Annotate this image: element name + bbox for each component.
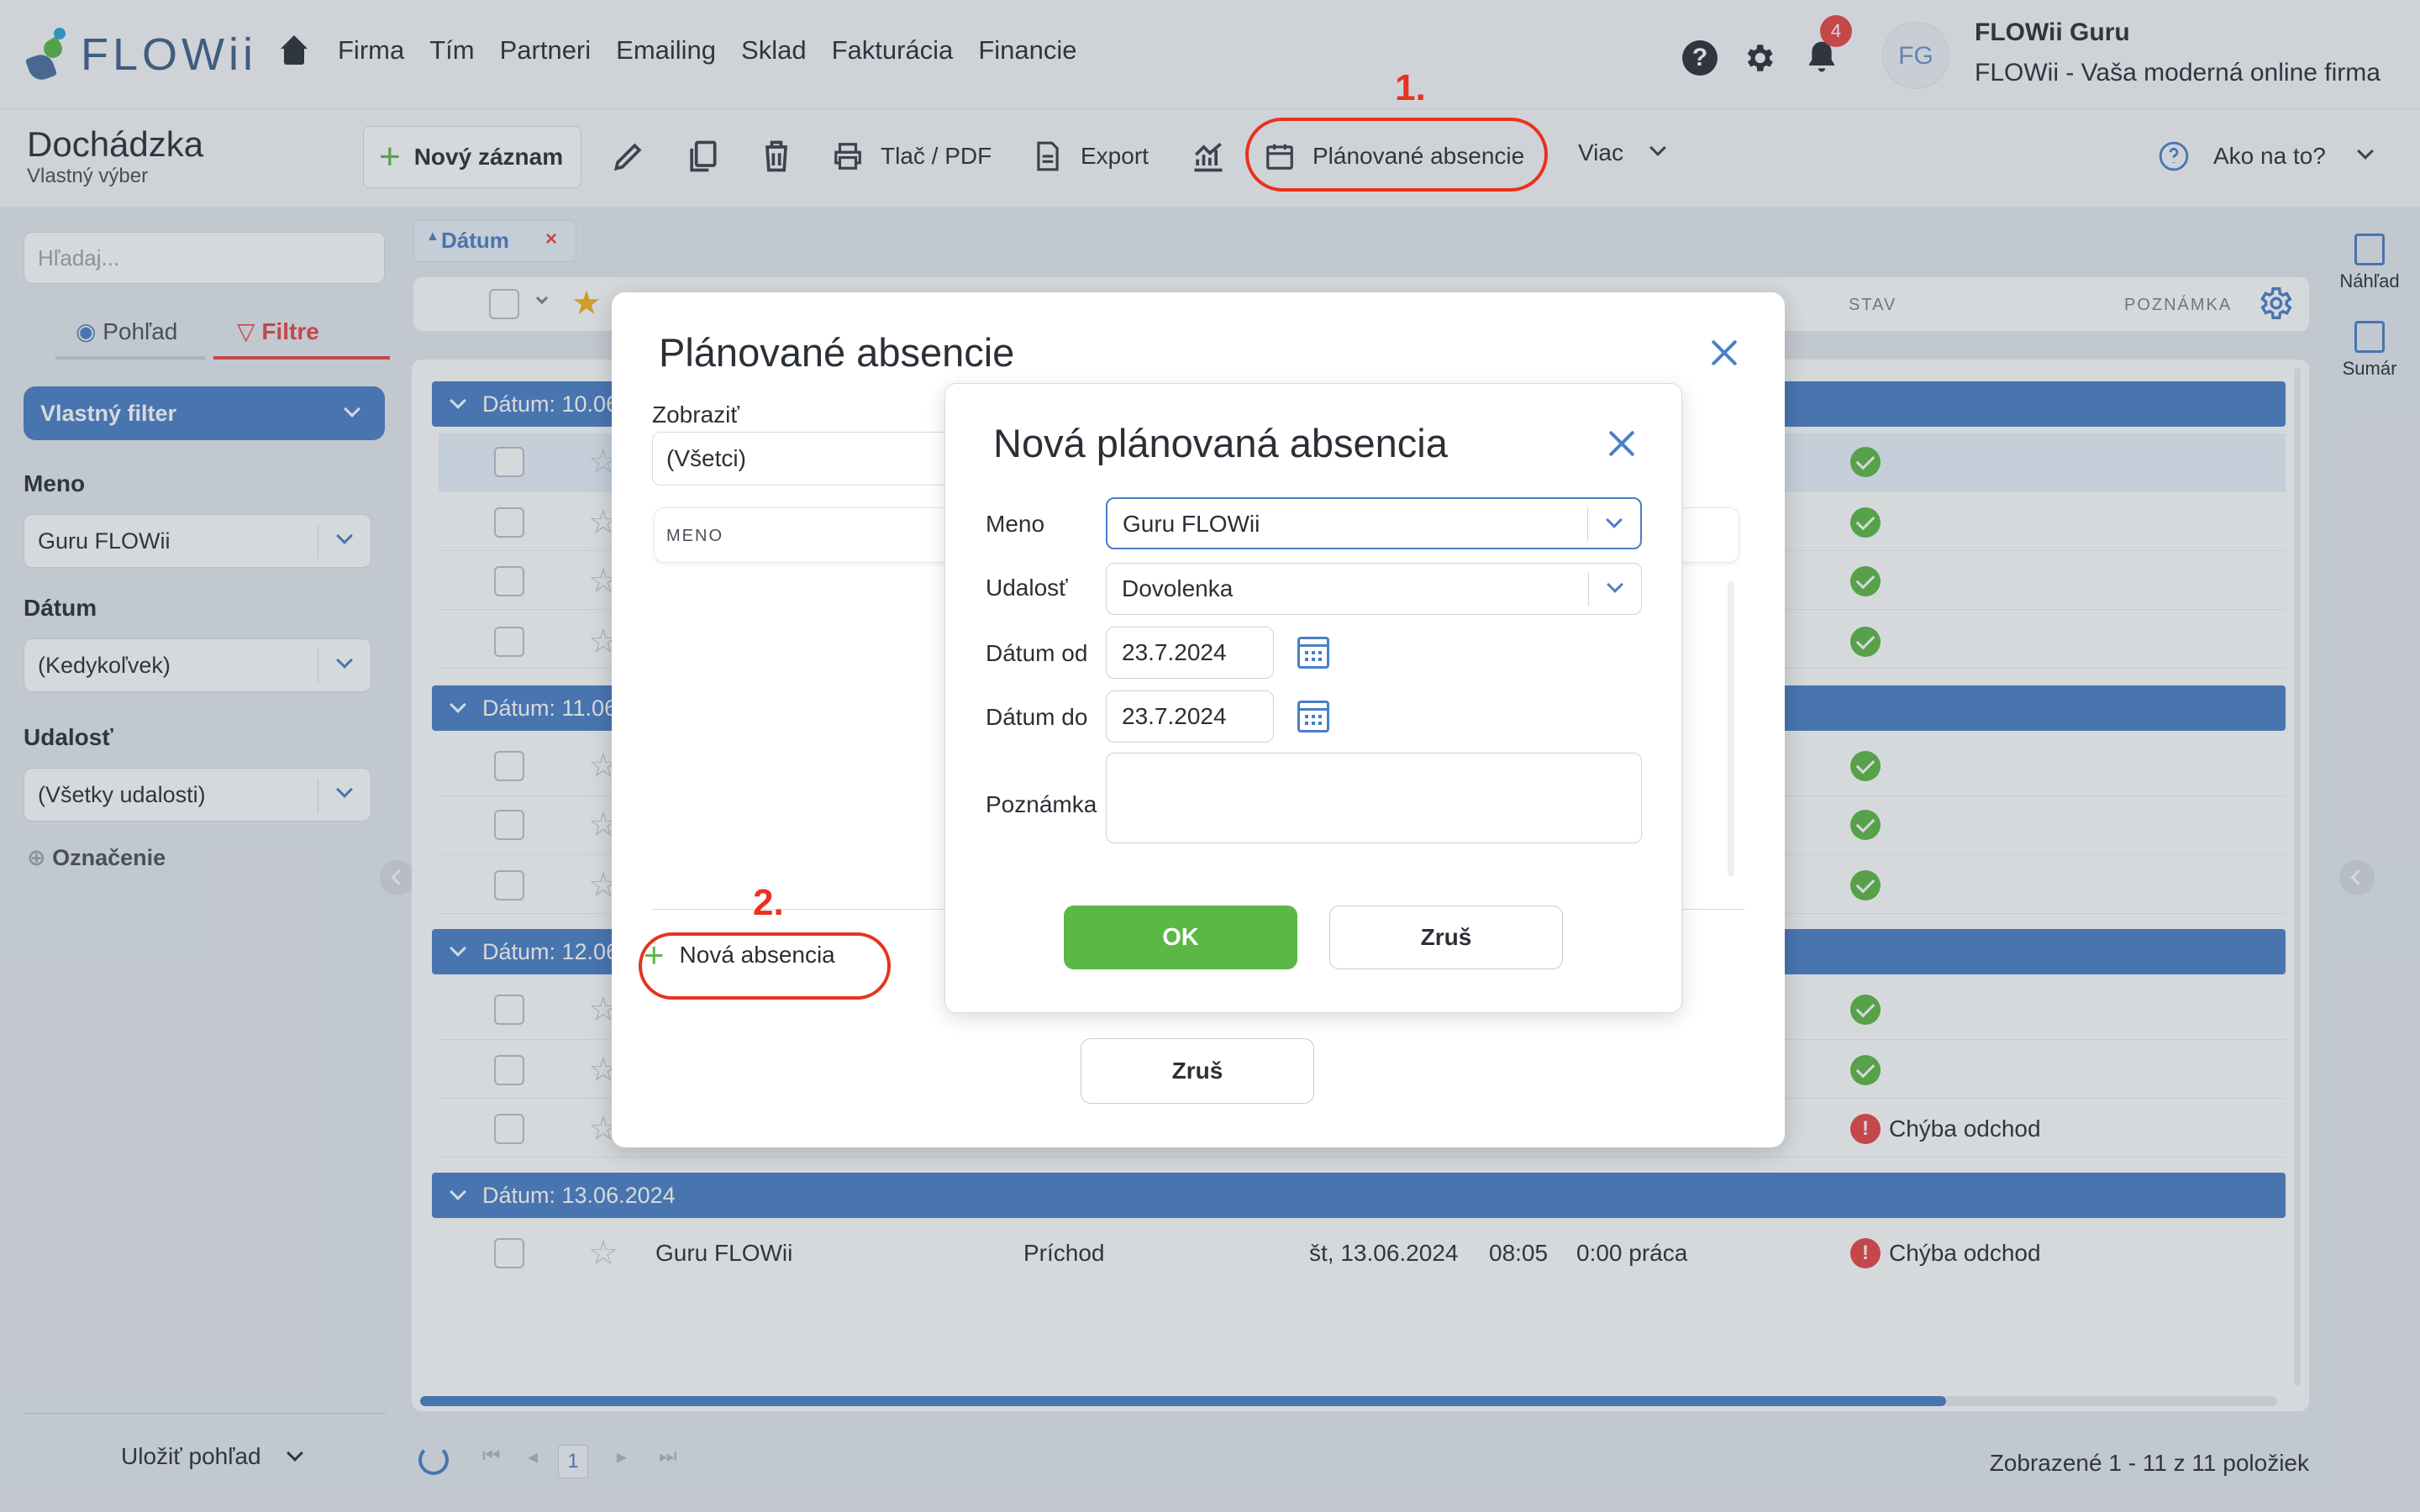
ok-button[interactable]: OK xyxy=(1064,906,1297,969)
close-icon[interactable] xyxy=(1709,338,1739,368)
field-label-note: Poznámka xyxy=(986,791,1097,817)
annotation-oval-2 xyxy=(639,932,891,1000)
field-label-meno: Meno xyxy=(986,511,1045,537)
show-select[interactable]: (Všetci) xyxy=(652,432,988,486)
date-from-input[interactable]: 23.7.2024 xyxy=(1106,627,1274,679)
date-to-input[interactable]: 23.7.2024 xyxy=(1106,690,1274,743)
chevron-down-icon xyxy=(1606,512,1623,528)
annotation-oval-1 xyxy=(1245,118,1548,192)
calendar-icon[interactable] xyxy=(1297,637,1329,669)
dialog-title: Plánované absencie xyxy=(659,330,1015,375)
event-select[interactable]: Dovolenka xyxy=(1106,563,1642,615)
chevron-down-icon xyxy=(1607,576,1623,593)
show-label: Zobraziť xyxy=(652,402,739,428)
cancel-button[interactable]: Zruš xyxy=(1329,906,1563,969)
new-planned-absence-dialog xyxy=(944,383,1682,1013)
note-textarea[interactable] xyxy=(1106,753,1642,843)
event-value: Dovolenka xyxy=(1122,575,1234,601)
dialog-title: Nová plánovaná absencia xyxy=(993,421,1448,465)
field-label-udalost: Udalosť xyxy=(986,575,1068,601)
name-select[interactable]: Guru FLOWii xyxy=(1106,497,1642,549)
cancel-button[interactable]: Zruš xyxy=(1081,1038,1314,1104)
column-meno[interactable]: MENO xyxy=(666,527,723,546)
field-label-date-from: Dátum od xyxy=(986,640,1088,666)
dialog-scrollbar[interactable] xyxy=(1728,581,1734,877)
field-label-date-to: Dátum do xyxy=(986,704,1088,730)
calendar-icon[interactable] xyxy=(1297,701,1329,732)
annotation-step-1: 1. xyxy=(1395,67,1426,108)
name-value: Guru FLOWii xyxy=(1123,511,1260,537)
close-icon[interactable] xyxy=(1607,428,1637,459)
annotation-step-2: 2. xyxy=(753,882,784,923)
